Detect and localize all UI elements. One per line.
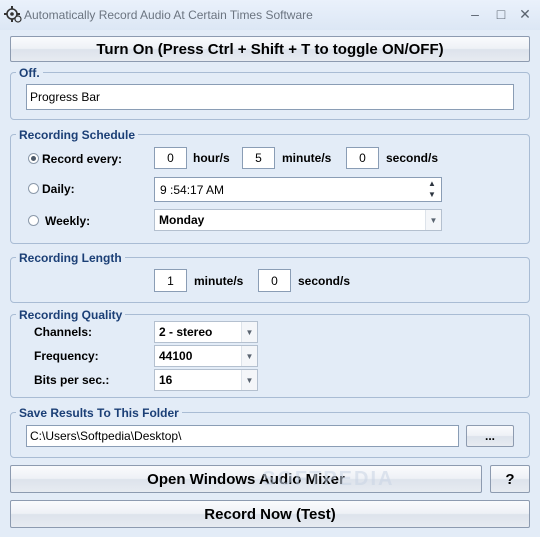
maximize-icon[interactable]: □ — [490, 5, 512, 23]
browse-button[interactable]: ... — [466, 425, 514, 447]
daily-radio[interactable] — [28, 183, 39, 194]
weekly-label: Weekly: — [45, 214, 91, 228]
chevron-down-icon[interactable]: ▼ — [241, 322, 257, 342]
time-spin-control[interactable]: ▲ ▼ — [425, 180, 439, 199]
chevron-down-icon[interactable]: ▼ — [241, 346, 257, 366]
daily-label: Daily: — [42, 182, 75, 196]
app-gear-icon[interactable] — [4, 5, 22, 23]
bits-select[interactable]: 16 ▼ — [154, 369, 258, 391]
seconds-unit-label: second/s — [386, 151, 439, 165]
frequency-value: 44100 — [159, 349, 193, 363]
record-every-label: Record every: — [42, 152, 123, 166]
length-seconds-unit: second/s — [298, 274, 351, 288]
length-minutes-input[interactable]: 1 — [154, 269, 187, 292]
spin-up-icon[interactable]: ▲ — [428, 180, 436, 188]
save-folder-input[interactable]: C:\Users\Softpedia\Desktop\ — [26, 425, 459, 447]
spin-down-icon[interactable]: ▼ — [428, 191, 436, 199]
close-icon[interactable]: ✕ — [514, 5, 536, 23]
save-group-title: Save Results To This Folder — [16, 406, 182, 420]
channels-label: Channels: — [34, 325, 93, 339]
weekly-radio[interactable] — [28, 215, 39, 226]
daily-time-value: 9 :54:17 AM — [160, 182, 225, 197]
frequency-label: Frequency: — [34, 349, 99, 363]
chevron-down-icon[interactable]: ▼ — [241, 370, 257, 390]
chevron-down-icon[interactable]: ▼ — [425, 210, 441, 230]
record-every-radio[interactable] — [28, 153, 39, 164]
hours-input[interactable]: 0 — [154, 147, 187, 169]
hours-unit-label: hour/s — [193, 151, 230, 165]
minimize-icon[interactable]: – — [464, 5, 486, 23]
quality-group-title: Recording Quality — [16, 308, 126, 322]
open-audio-mixer-button[interactable]: Open Windows Audio Mixer — [10, 465, 482, 493]
title-bar: Automatically Record Audio At Certain Ti… — [0, 0, 540, 30]
seconds-input[interactable]: 0 — [346, 147, 379, 169]
minutes-input[interactable]: 5 — [242, 147, 275, 169]
window-title: Automatically Record Audio At Certain Ti… — [24, 8, 313, 22]
channels-value: 2 - stereo — [159, 325, 213, 339]
status-group-title: Off. — [16, 66, 43, 80]
bits-value: 16 — [159, 373, 173, 387]
weekly-day-select[interactable]: Monday ▼ — [154, 209, 442, 231]
length-seconds-input[interactable]: 0 — [258, 269, 291, 292]
weekly-day-value: Monday — [159, 213, 205, 227]
daily-time-picker[interactable]: 9 :54:17 AM ▲ ▼ — [154, 177, 442, 202]
progress-bar: Progress Bar — [26, 84, 514, 110]
frequency-select[interactable]: 44100 ▼ — [154, 345, 258, 367]
schedule-group-title: Recording Schedule — [16, 128, 139, 142]
help-button[interactable]: ? — [490, 465, 530, 493]
channels-select[interactable]: 2 - stereo ▼ — [154, 321, 258, 343]
length-minutes-unit: minute/s — [194, 274, 244, 288]
record-now-button[interactable]: Record Now (Test) — [10, 500, 530, 528]
minutes-unit-label: minute/s — [282, 151, 332, 165]
toggle-on-button[interactable]: Turn On (Press Ctrl + Shift + T to toggl… — [10, 36, 530, 62]
length-group-title: Recording Length — [16, 251, 125, 265]
bits-label: Bits per sec.: — [34, 373, 110, 387]
